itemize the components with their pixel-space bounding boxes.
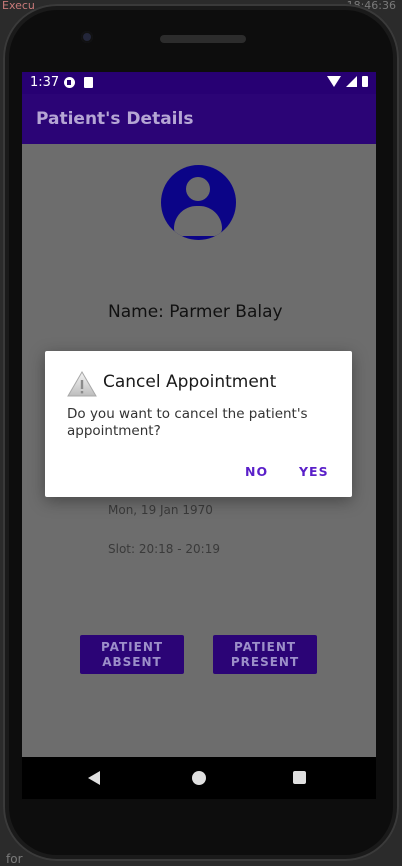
app-bar: Patient's Details xyxy=(22,94,376,144)
app-bar-title: Patient's Details xyxy=(36,109,194,129)
home-icon[interactable] xyxy=(192,771,206,785)
navigation-bar xyxy=(22,757,376,799)
battery-icon xyxy=(362,76,368,87)
dialog-title: Cancel Appointment xyxy=(103,372,277,392)
patient-absent-button[interactable]: PATIENT ABSENT xyxy=(80,635,184,674)
patient-date: Mon, 19 Jan 1970 xyxy=(108,503,213,517)
patient-name: Name: Parmer Balay xyxy=(108,302,283,322)
notification-icon xyxy=(64,77,75,88)
signal-icon xyxy=(346,76,357,87)
status-right-icons xyxy=(327,76,368,87)
patient-slot: Slot: 20:18 - 20:19 xyxy=(108,542,220,556)
warning-icon xyxy=(67,371,97,397)
ide-bottom-left-text: for xyxy=(6,852,23,866)
cancel-appointment-dialog: Cancel Appointment Do you want to cancel… xyxy=(45,351,352,497)
dialog-no-button[interactable]: NO xyxy=(245,464,268,479)
avatar-body-shape xyxy=(174,206,222,236)
status-time: 1:37 xyxy=(30,75,60,90)
dialog-yes-button[interactable]: YES xyxy=(299,464,329,479)
patient-present-button[interactable]: PATIENT PRESENT xyxy=(213,635,317,674)
status-bar: 1:37 xyxy=(22,72,376,94)
account-circle-icon xyxy=(161,165,236,240)
dialog-message: Do you want to cancel the patient's appo… xyxy=(67,406,308,439)
recents-icon[interactable] xyxy=(293,771,306,784)
wifi-icon xyxy=(327,76,341,87)
front-camera xyxy=(81,31,93,43)
back-icon[interactable] xyxy=(88,771,100,785)
sd-card-icon xyxy=(84,77,93,88)
earpiece-speaker xyxy=(160,35,246,43)
avatar-head-shape xyxy=(186,177,210,201)
